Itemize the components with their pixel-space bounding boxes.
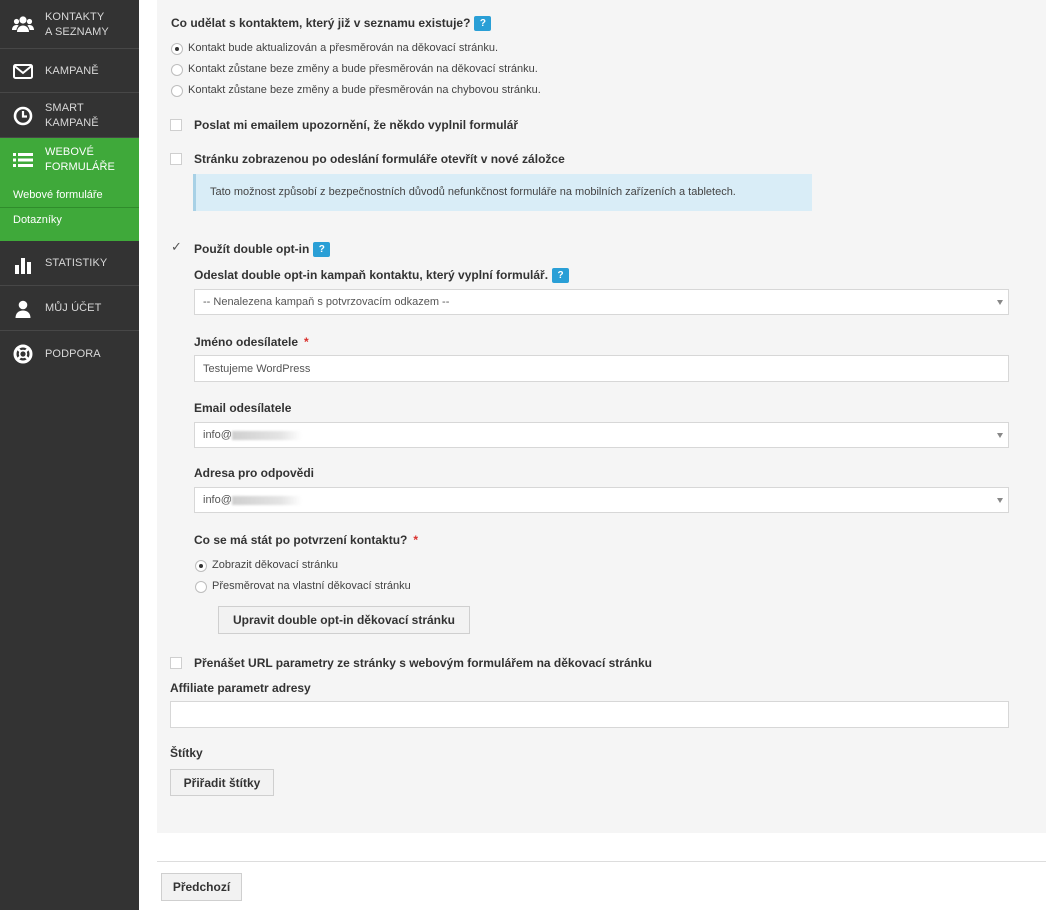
optin-campaign-value: -- Nenalezena kampaň s potvrzovacím odka… — [203, 296, 450, 308]
sender-name-value: Testujeme WordPress — [203, 362, 311, 375]
after-confirm-redirect-radio[interactable] — [195, 581, 207, 593]
form-settings-panel: Co udělat s kontaktem, který již v sezna… — [157, 0, 1046, 833]
after-confirm-option-label: Přesměrovat na vlastní děkovací stránku — [212, 580, 411, 592]
sidebar-item-label: KONTAKTY — [45, 11, 105, 23]
sidebar-item-label: FORMULÁŘE — [45, 161, 115, 173]
after-confirm-heading: Co se má stát po potvrzení kontaktu? * — [194, 533, 418, 547]
new-tab-label: Stránku zobrazenou po odeslání formuláře… — [194, 152, 565, 166]
sidebar-item-support[interactable]: PODPORA — [0, 331, 139, 377]
help-icon[interactable]: ? — [474, 16, 492, 31]
envelope-icon — [12, 60, 34, 82]
reply-address-value: info@ — [203, 494, 232, 506]
users-icon — [12, 13, 34, 35]
sidebar-item-campaigns[interactable]: KAMPANĚ — [0, 49, 139, 93]
double-optin-label: Použít double opt-in — [194, 242, 310, 256]
sidebar-subitem-surveys[interactable]: Dotazníky — [0, 208, 139, 241]
redacted-text — [231, 495, 302, 505]
after-confirm-show-thanks-radio[interactable] — [195, 560, 207, 572]
existing-contact-option-label: Kontakt bude aktualizován a přesměrován … — [188, 42, 499, 54]
list-icon — [12, 149, 34, 171]
sender-email-select[interactable]: info@ — [194, 422, 1009, 448]
existing-contact-option-unchanged-thanks-radio[interactable] — [171, 64, 183, 76]
required-mark: * — [413, 533, 419, 547]
sidebar-item-label: MŮJ ÚČET — [45, 302, 102, 314]
sidebar-item-label: KAMPANĚ — [45, 65, 99, 77]
user-icon — [12, 298, 34, 320]
tags-label: Štítky — [170, 746, 203, 760]
sender-name-heading: Jméno odesílatele * — [194, 335, 309, 349]
lifebuoy-icon — [12, 343, 34, 365]
edit-optin-thanks-page-button[interactable]: Upravit double opt-in děkovací stránku — [218, 606, 470, 634]
footer-divider — [157, 861, 1046, 862]
optin-campaign-heading: Odeslat double opt-in kampaň kontaktu, k… — [194, 268, 570, 283]
sidebar-item-label: STATISTIKY — [45, 257, 108, 269]
reply-address-select[interactable]: info@ — [194, 487, 1009, 513]
sidebar-item-account[interactable]: MŮJ ÚČET — [0, 286, 139, 331]
chevron-down-icon — [997, 433, 1003, 438]
existing-contact-option-unchanged-error-radio[interactable] — [171, 85, 183, 97]
url-params-label: Přenášet URL parametry ze stránky s webo… — [194, 656, 652, 670]
existing-contact-option-label: Kontakt zůstane beze změny a bude přesmě… — [188, 84, 541, 96]
existing-contact-option-label: Kontakt zůstane beze změny a bude přesmě… — [188, 63, 538, 75]
sidebar-item-label: A SEZNAMY — [45, 26, 109, 38]
sender-name-label: Jméno odesílatele — [194, 335, 299, 349]
sidebar-item-smart-campaigns[interactable]: SMART KAMPANĚ — [0, 93, 139, 138]
sidebar-item-label: WEBOVÉ — [45, 146, 94, 158]
existing-contact-option-update-radio[interactable] — [171, 43, 183, 55]
after-confirm-label: Co se má stát po potvrzení kontaktu? — [194, 533, 408, 547]
affiliate-label: Affiliate parametr adresy — [170, 681, 311, 695]
notify-email-checkbox[interactable] — [170, 119, 182, 131]
sidebar-item-label: SMART — [45, 102, 84, 114]
after-confirm-option-label: Zobrazit děkovací stránku — [212, 559, 338, 571]
sidebar-item-statistics[interactable]: STATISTIKY — [0, 241, 139, 286]
reply-address-label: Adresa pro odpovědi — [194, 466, 315, 480]
clock-icon — [12, 105, 34, 127]
sidebar-subitem-web-forms[interactable]: Webové formuláře — [0, 182, 139, 208]
sidebar-item-label: KAMPANĚ — [45, 117, 99, 129]
notify-email-label: Poslat mi emailem upozornění, že někdo v… — [194, 118, 519, 132]
sender-email-value: info@ — [203, 429, 232, 441]
optin-campaign-select[interactable]: -- Nenalezena kampaň s potvrzovacím odka… — [194, 289, 1009, 315]
chevron-down-icon — [997, 498, 1003, 503]
optin-campaign-label: Odeslat double opt-in kampaň kontaktu, k… — [194, 268, 549, 282]
chevron-down-icon — [997, 300, 1003, 305]
sender-name-input[interactable]: Testujeme WordPress — [194, 355, 1009, 382]
bar-chart-icon — [12, 254, 34, 276]
new-tab-info-box: Tato možnost způsobí z bezpečnostních dů… — [193, 174, 812, 211]
redacted-text — [231, 430, 302, 440]
double-optin-heading: Použít double opt-in? — [194, 242, 331, 257]
url-params-checkbox[interactable] — [170, 657, 182, 669]
sidebar: KONTAKTY A SEZNAMY KAMPANĚ SMART KAMPANĚ… — [0, 0, 139, 910]
sender-email-label: Email odesílatele — [194, 401, 292, 415]
sidebar-item-contacts[interactable]: KONTAKTY A SEZNAMY — [0, 0, 139, 49]
sidebar-item-label: PODPORA — [45, 348, 101, 360]
new-tab-checkbox[interactable] — [170, 153, 182, 165]
double-optin-checkmark-icon[interactable]: ✓ — [171, 240, 182, 253]
previous-button[interactable]: Předchozí — [161, 873, 242, 901]
help-icon[interactable]: ? — [313, 242, 331, 257]
assign-tags-button[interactable]: Přiřadit štítky — [170, 769, 274, 796]
help-icon[interactable]: ? — [552, 268, 570, 283]
existing-contact-heading: Co udělat s kontaktem, který již v sezna… — [171, 16, 492, 31]
sidebar-item-web-forms[interactable]: WEBOVÉ FORMULÁŘE — [0, 138, 139, 182]
affiliate-input[interactable] — [170, 701, 1009, 728]
existing-contact-heading-text: Co udělat s kontaktem, který již v sezna… — [171, 16, 471, 30]
required-mark: * — [304, 335, 309, 349]
